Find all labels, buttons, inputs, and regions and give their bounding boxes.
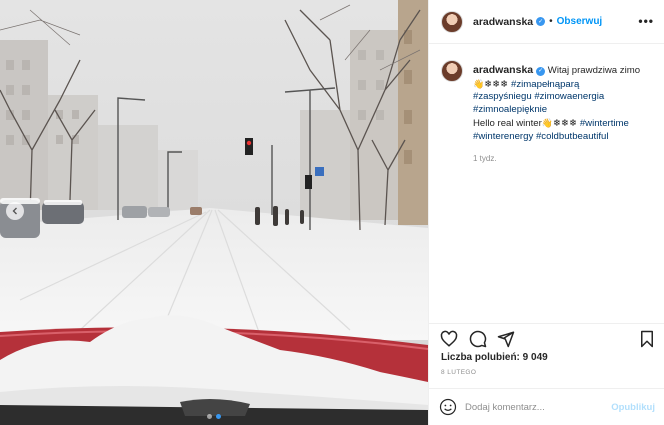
follow-button[interactable]: Obserwuj bbox=[557, 16, 603, 27]
caption-avatar[interactable] bbox=[441, 60, 463, 82]
bookmark-icon bbox=[641, 330, 653, 348]
chevron-left-icon bbox=[12, 207, 17, 215]
comment-button[interactable] bbox=[467, 328, 489, 350]
caption: aradwanska ✓ Witaj prawdziwa zimo 👋❄❄❄ #z… bbox=[473, 64, 652, 166]
heart-icon bbox=[440, 330, 458, 347]
waving-hand-emoji: 👋 bbox=[541, 117, 554, 128]
action-bar bbox=[429, 323, 664, 351]
more-options-icon[interactable]: ••• bbox=[638, 14, 654, 28]
verified-badge-icon: ✓ bbox=[536, 17, 546, 26]
avatar[interactable] bbox=[441, 10, 463, 33]
comment-icon bbox=[469, 330, 487, 348]
snowy-street-image bbox=[0, 0, 428, 425]
caption-block: aradwanska ✓ Witaj prawdziwa zimo 👋❄❄❄ #z… bbox=[429, 44, 664, 166]
waving-hand-emoji: 👋 bbox=[473, 78, 485, 89]
publish-button[interactable]: Opublikuj bbox=[611, 402, 655, 413]
save-button[interactable] bbox=[636, 328, 658, 350]
caption-timestamp[interactable]: 1 tydz. bbox=[473, 153, 652, 166]
likes-count[interactable]: Liczba polubień: 9 049 bbox=[441, 352, 548, 363]
snowflakes-emoji: ❄❄❄ bbox=[484, 78, 509, 90]
like-button[interactable] bbox=[438, 328, 460, 350]
snowflakes-emoji: ❄❄❄ bbox=[553, 117, 578, 129]
caption-text: Witaj prawdziwa zimo bbox=[547, 65, 641, 76]
post-header: aradwanska ✓ • Obserwuj ••• bbox=[429, 0, 664, 44]
hashtag-link[interactable]: #coldbutbeautiful bbox=[536, 131, 609, 142]
carousel-dot bbox=[207, 414, 212, 419]
post-sidebar: aradwanska ✓ • Obserwuj ••• aradwanska ✓ … bbox=[428, 0, 664, 425]
hashtag-link[interactable]: #zimnoalepięknie bbox=[473, 104, 547, 115]
comment-input[interactable] bbox=[465, 401, 605, 413]
hashtag-link[interactable]: #zaspyśniegu bbox=[473, 91, 532, 102]
emoji-icon[interactable] bbox=[439, 398, 457, 416]
carousel-prev-button[interactable] bbox=[6, 202, 24, 220]
username-link[interactable]: aradwanska bbox=[473, 16, 533, 28]
caption-text: Hello real winter bbox=[473, 117, 542, 129]
hashtag-link[interactable]: #wintertime bbox=[580, 118, 629, 129]
header-separator: • bbox=[549, 16, 553, 27]
verified-badge-icon: ✓ bbox=[536, 66, 546, 76]
caption-username-link[interactable]: aradwanska bbox=[473, 64, 533, 76]
share-button[interactable] bbox=[495, 328, 517, 350]
hashtag-link[interactable]: #winterenergy bbox=[473, 131, 533, 142]
hashtag-link[interactable]: #zimapełnąparą bbox=[511, 79, 579, 90]
hashtag-link[interactable]: #zimowaenergia bbox=[534, 91, 604, 102]
comment-form: Opublikuj bbox=[429, 388, 664, 425]
carousel-dot-active bbox=[216, 414, 221, 419]
post-date[interactable]: 8 LUTEGO bbox=[441, 369, 476, 376]
share-icon bbox=[497, 331, 515, 348]
carousel-indicator bbox=[0, 414, 428, 419]
post-photo[interactable] bbox=[0, 0, 428, 425]
